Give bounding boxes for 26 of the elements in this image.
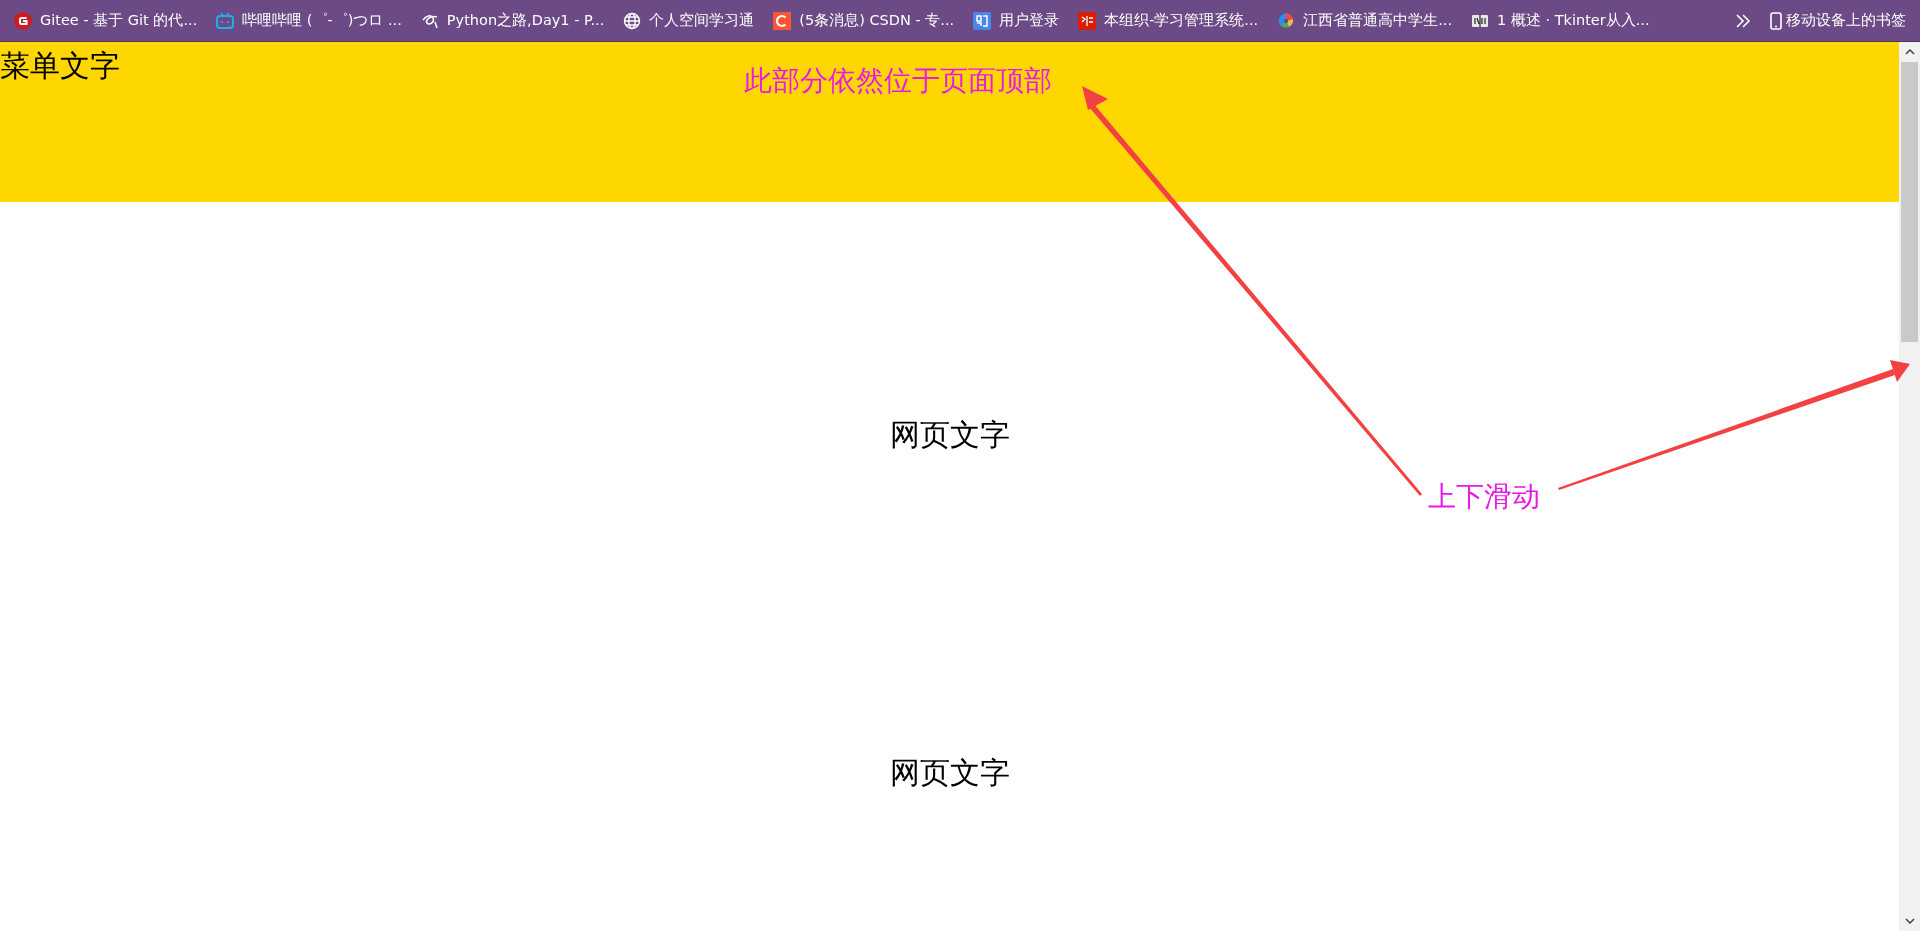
logo-icon bbox=[973, 11, 992, 30]
bookmark-link[interactable]: 哔哩哔哩 (゜-゜)つロ ... bbox=[216, 11, 402, 30]
bookmark-link[interactable]: 用户登录 bbox=[973, 11, 1060, 30]
page-text: 网页文字 bbox=[889, 416, 1010, 454]
tv-icon bbox=[216, 11, 235, 30]
menu-text: 菜单文字 bbox=[0, 47, 120, 85]
annotation-text: 上下滑动 bbox=[1428, 479, 1540, 515]
scrollbar[interactable] bbox=[1899, 42, 1920, 931]
bookmark-link[interactable]: Gitee - 基于 Git 的代... bbox=[14, 11, 198, 30]
bookmark-link[interactable]: 本组织-学习管理系统... bbox=[1078, 11, 1259, 30]
bookmark-link[interactable]: Python之路,Day1 - P... bbox=[420, 11, 605, 30]
pinwheel-icon bbox=[1277, 11, 1296, 30]
annotation-text: 此部分依然位于页面顶部 bbox=[744, 63, 1052, 99]
logo-icon bbox=[1078, 11, 1097, 30]
bookmark-link[interactable]: 个人空间学习通 bbox=[623, 11, 755, 30]
bookmark-link[interactable]: 江西省普通高中学生... bbox=[1277, 11, 1452, 30]
page-text: 网页文字 bbox=[889, 754, 1010, 792]
bookmark-folder[interactable]: 移动设备上的书签 bbox=[1770, 11, 1906, 30]
logo-icon bbox=[773, 11, 792, 30]
scrollbar-thumb[interactable] bbox=[1901, 62, 1918, 342]
phone-icon bbox=[1770, 11, 1782, 30]
bookmark-link[interactable]: 1 概述 · Tkinter从入... bbox=[1471, 11, 1650, 30]
chevron-icon[interactable] bbox=[1735, 13, 1751, 28]
bookmark-link[interactable]: (5条消息) CSDN - 专... bbox=[773, 11, 955, 30]
globe-icon bbox=[623, 11, 642, 30]
logo-icon bbox=[14, 11, 32, 30]
